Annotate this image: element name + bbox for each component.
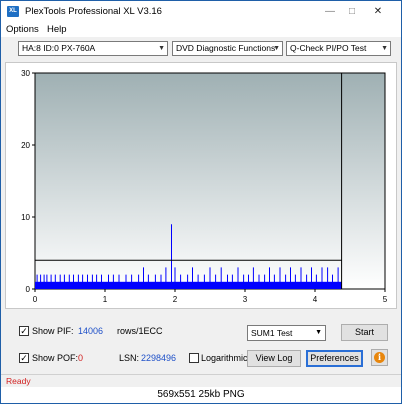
function-select-value: DVD Diagnostic Functions <box>176 43 276 53</box>
rows-label: rows/1ECC <box>117 326 163 336</box>
close-icon[interactable]: ✕ <box>367 4 389 19</box>
y-tick-label: 30 <box>21 69 30 78</box>
status-bar: Ready <box>1 374 401 386</box>
show-pif-label: Show PIF: <box>32 326 74 336</box>
menu-help[interactable]: Help <box>47 24 67 35</box>
toolbar: HA:8 ID:0 PX-760A ▼ DVD Diagnostic Funct… <box>1 38 401 60</box>
function-select[interactable]: DVD Diagnostic Functions ▼ <box>172 41 283 56</box>
info-button[interactable]: i <box>371 349 388 366</box>
x-tick-label: 4 <box>313 295 318 304</box>
pif-value: 14006 <box>78 326 104 336</box>
menu-options[interactable]: Options <box>6 24 39 35</box>
show-pof-label: Show POF: <box>32 353 79 363</box>
checkmark-icon: ✓ <box>20 353 28 363</box>
drive-select-value: HA:8 ID:0 PX-760A <box>22 43 96 53</box>
pof-value: 0 <box>78 353 84 363</box>
chart-panel: 0 10 20 30 0 1 2 3 4 5 <box>5 62 397 309</box>
plot-area <box>34 72 386 290</box>
logarithmic-checkbox[interactable] <box>189 353 199 363</box>
image-caption: 569x551 25kb PNG <box>1 387 401 403</box>
app-logo-icon: XL <box>7 6 19 17</box>
x-tick-label: 3 <box>243 295 248 304</box>
drive-select[interactable]: HA:8 ID:0 PX-760A ▼ <box>18 41 168 56</box>
show-pif-checkbox[interactable]: ✓ <box>19 326 29 336</box>
app-window: XL PlexTools Professional XL V3.16 — □ ✕… <box>0 0 402 404</box>
maximize-icon[interactable]: □ <box>341 4 363 19</box>
x-tick-label: 0 <box>33 295 38 304</box>
chevron-down-icon: ▼ <box>315 329 322 336</box>
preferences-button[interactable]: Preferences <box>306 350 363 367</box>
info-icon: i <box>374 352 385 363</box>
lsn-label: LSN: <box>119 353 140 363</box>
pi-po-chart: 0 10 20 30 0 1 2 3 4 5 <box>21 69 388 304</box>
menu-bar: Options Help <box>1 23 401 37</box>
x-tick-label: 1 <box>103 295 108 304</box>
checkmark-icon: ✓ <box>20 326 28 336</box>
sum-test-value: SUM1 Test <box>251 328 293 338</box>
controls-panel: ✓ Show PIF: 14006 rows/1ECC SUM1 Test ▼ … <box>1 312 401 372</box>
logarithmic-label: Logarithmic <box>201 353 248 363</box>
y-tick-label: 10 <box>21 213 30 222</box>
view-log-button[interactable]: View Log <box>247 350 301 367</box>
x-tick-label: 2 <box>173 295 178 304</box>
start-button[interactable]: Start <box>341 324 388 341</box>
y-tick-label: 20 <box>21 141 30 150</box>
chevron-down-icon: ▼ <box>273 45 280 52</box>
x-tick-label: 5 <box>383 295 388 304</box>
test-select[interactable]: Q-Check PI/PO Test ▼ <box>286 41 391 56</box>
chevron-down-icon: ▼ <box>381 45 388 52</box>
test-select-value: Q-Check PI/PO Test <box>290 43 367 53</box>
title-bar: XL PlexTools Professional XL V3.16 — □ ✕ <box>1 1 401 23</box>
sum-test-select[interactable]: SUM1 Test ▼ <box>247 325 326 341</box>
window-title: PlexTools Professional XL V3.16 <box>25 6 162 17</box>
lsn-value: 2298496 <box>141 353 177 363</box>
minimize-icon[interactable]: — <box>319 4 341 19</box>
status-text: Ready <box>6 376 31 386</box>
chevron-down-icon: ▼ <box>158 45 165 52</box>
show-pof-checkbox[interactable]: ✓ <box>19 353 29 363</box>
y-tick-label: 0 <box>26 285 31 294</box>
